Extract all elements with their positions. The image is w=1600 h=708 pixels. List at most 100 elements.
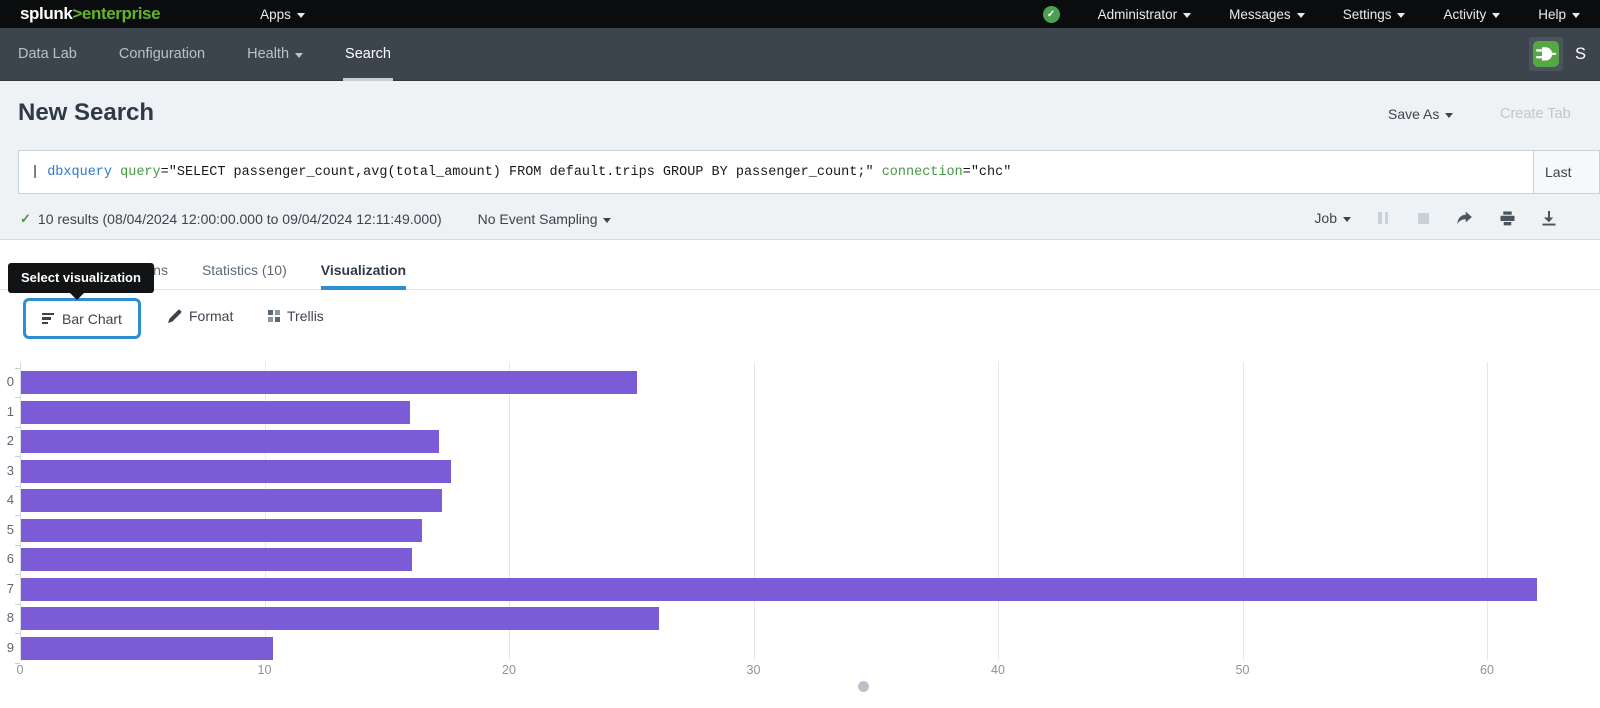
- stop-icon[interactable]: [1418, 213, 1429, 224]
- help-menu[interactable]: Help: [1538, 7, 1580, 22]
- download-icon[interactable]: [1542, 211, 1556, 226]
- y-axis-label: 4: [0, 492, 14, 507]
- y-axis-label: 2: [0, 433, 14, 448]
- splunk-logo[interactable]: splunk>enterprise: [20, 4, 160, 24]
- y-axis-label: 5: [0, 522, 14, 537]
- x-gridline: [1243, 362, 1244, 660]
- query-token: "chc": [971, 165, 1012, 180]
- chevron-down-icon: [1343, 217, 1351, 222]
- chevron-down-icon: [1572, 13, 1580, 18]
- bar[interactable]: [21, 489, 442, 512]
- health-status-icon[interactable]: ✓: [1043, 6, 1060, 23]
- settings-menu[interactable]: Settings: [1343, 7, 1406, 22]
- create-table-view-button[interactable]: Create Tab: [1500, 106, 1571, 122]
- y-axis-tick: [15, 574, 20, 575]
- nav-tab-health[interactable]: Health: [247, 28, 303, 81]
- messages-menu[interactable]: Messages: [1229, 7, 1305, 22]
- bar[interactable]: [21, 607, 659, 630]
- bar[interactable]: [21, 548, 412, 571]
- y-axis-tick: [15, 663, 20, 664]
- results-tabs: Events (0) Patterns Statistics (10) Visu…: [0, 250, 1600, 290]
- bar[interactable]: [21, 519, 422, 542]
- trellis-button[interactable]: Trellis: [268, 308, 324, 324]
- bar[interactable]: [21, 430, 439, 453]
- apps-menu[interactable]: Apps: [260, 7, 305, 22]
- chevron-down-icon: [1397, 13, 1405, 18]
- y-axis-tick: [15, 427, 20, 428]
- top-bar-right: ✓ Administrator Messages Settings Activi…: [1043, 6, 1580, 23]
- db-connect-app-button[interactable]: [1529, 37, 1563, 71]
- app-identity: S: [1529, 37, 1586, 71]
- y-axis-label: 6: [0, 551, 14, 566]
- y-axis-tick: [15, 545, 20, 546]
- x-axis-label: 50: [1223, 663, 1263, 677]
- bar[interactable]: [21, 637, 273, 660]
- event-sampling-menu[interactable]: No Event Sampling: [478, 211, 612, 227]
- y-axis-label: 8: [0, 610, 14, 625]
- pencil-icon: [168, 309, 182, 323]
- activity-menu[interactable]: Activity: [1443, 7, 1500, 22]
- query-token: connection: [882, 165, 963, 180]
- nav-tab-configuration[interactable]: Configuration: [119, 28, 205, 81]
- chevron-down-icon: [1445, 113, 1453, 118]
- results-bar: ✓ 10 results (08/04/2024 12:00:00.000 to…: [0, 200, 1600, 240]
- administrator-menu[interactable]: Administrator: [1098, 7, 1192, 22]
- chevron-down-icon: [297, 13, 305, 18]
- nav-tab-search[interactable]: Search: [345, 28, 391, 81]
- logo-product: enterprise: [82, 4, 160, 23]
- x-axis-label: 0: [0, 663, 40, 677]
- chevron-down-icon: [1297, 13, 1305, 18]
- y-axis-tick: [15, 604, 20, 605]
- x-axis-label: 10: [245, 663, 285, 677]
- bar[interactable]: [21, 371, 637, 394]
- search-input[interactable]: | dbxquery query="SELECT passenger_count…: [19, 151, 1533, 193]
- nav-tab-data-lab[interactable]: Data Lab: [18, 28, 77, 81]
- trellis-grid-icon: [268, 310, 280, 322]
- bar[interactable]: [21, 578, 1537, 601]
- y-axis-tick: [15, 486, 20, 487]
- x-axis-label: 30: [734, 663, 774, 677]
- x-gridline: [1487, 362, 1488, 660]
- x-axis-label: 60: [1467, 663, 1507, 677]
- time-range-picker[interactable]: Last: [1533, 151, 1599, 193]
- chevron-down-icon: [295, 53, 303, 58]
- bar-chart-icon: [42, 313, 54, 325]
- tab-visualization[interactable]: Visualization: [321, 250, 406, 290]
- share-icon[interactable]: [1456, 211, 1473, 225]
- query-token: dbxquery: [47, 165, 112, 180]
- x-axis-label: 20: [489, 663, 529, 677]
- chevron-down-icon: [603, 218, 611, 223]
- scroll-indicator-dot[interactable]: [858, 681, 869, 692]
- app-name: S: [1575, 45, 1586, 64]
- splunk-search-page: splunk>enterprise Apps ✓ Administrator M…: [0, 0, 1600, 708]
- y-axis-label: 1: [0, 404, 14, 419]
- save-as-button[interactable]: Save As: [1388, 106, 1453, 122]
- app-nav-bar: Data Lab Configuration Health Search S: [0, 28, 1600, 81]
- y-axis-tick: [15, 633, 20, 634]
- query-token: |: [31, 165, 47, 180]
- logo-gt: >: [72, 4, 82, 23]
- chevron-down-icon: [1183, 13, 1191, 18]
- y-axis-tick: [15, 456, 20, 457]
- check-icon: ✓: [1047, 9, 1055, 20]
- y-axis-tick: [15, 397, 20, 398]
- x-axis-label: 40: [978, 663, 1018, 677]
- results-summary: 10 results (08/04/2024 12:00:00.000 to 0…: [38, 211, 442, 227]
- bar-chart: 01020304050600123456789: [0, 362, 1600, 692]
- bar[interactable]: [21, 460, 451, 483]
- job-menu[interactable]: Job: [1314, 210, 1351, 226]
- bar[interactable]: [21, 401, 410, 424]
- query-token: [112, 165, 120, 180]
- pause-icon[interactable]: [1378, 212, 1391, 224]
- format-button[interactable]: Format: [168, 308, 233, 324]
- plug-icon: [1533, 41, 1559, 67]
- query-token: =: [161, 165, 169, 180]
- search-bar: | dbxquery query="SELECT passenger_count…: [18, 150, 1600, 194]
- page-title: New Search: [18, 99, 154, 127]
- top-bar: splunk>enterprise Apps ✓ Administrator M…: [0, 0, 1600, 28]
- tab-statistics[interactable]: Statistics (10): [202, 250, 287, 290]
- check-icon: ✓: [20, 211, 31, 227]
- print-icon[interactable]: [1500, 211, 1515, 226]
- y-axis-label: 0: [0, 374, 14, 389]
- query-token: [874, 165, 882, 180]
